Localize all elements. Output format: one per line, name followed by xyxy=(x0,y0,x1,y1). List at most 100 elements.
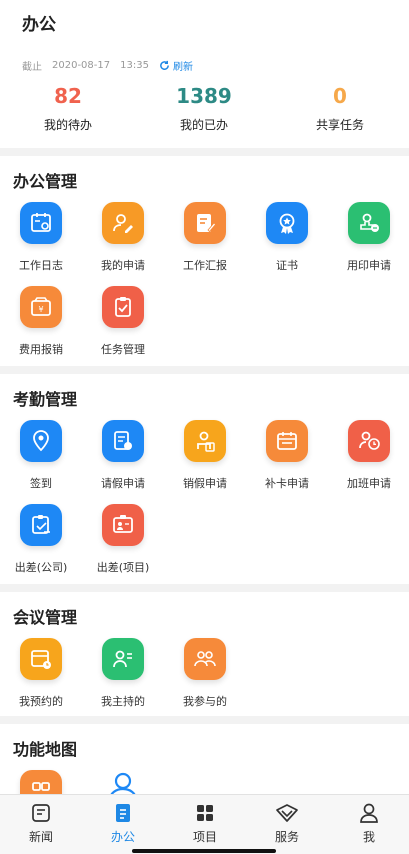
person-outline-icon xyxy=(110,772,136,794)
stamp-icon xyxy=(348,202,390,244)
group-icon xyxy=(184,638,226,680)
stat-shared[interactable]: 0 共享任务 xyxy=(272,84,408,133)
office-item-label: 用印申请 xyxy=(347,259,391,272)
bottom-tab-bar: 新闻 办公 项目 服务 我 xyxy=(0,794,409,854)
office-item-label: 工作日志 xyxy=(19,259,63,272)
update-date: 2020-08-17 xyxy=(52,60,111,71)
office-item-my-application[interactable]: 我的申请 xyxy=(82,202,164,273)
meeting-section: 会议管理 我预约的 我主持的 我参与的 xyxy=(0,592,409,716)
office-item-certificate[interactable]: 证书 xyxy=(246,202,328,273)
tab-me-label: 我 xyxy=(362,830,375,844)
tab-project-label: 项目 xyxy=(192,830,217,844)
user-edit-icon xyxy=(102,202,144,244)
attendance-item-label: 出差(项目) xyxy=(96,561,150,574)
tab-project[interactable]: 项目 xyxy=(164,801,246,845)
meeting-item-reserved[interactable]: 我预约的 xyxy=(0,638,82,709)
money-box-icon: ¥ xyxy=(20,286,62,328)
office-section: 办公管理 工作日志 我的申请 工作汇报 证书 用印申请 ¥ 费用报销 任务管理 xyxy=(0,156,409,366)
person-icon xyxy=(328,801,409,825)
certificate-icon xyxy=(266,202,308,244)
attendance-item-label: 请假申请 xyxy=(101,477,145,490)
overtime-clock-icon xyxy=(348,420,390,462)
tab-service-label: 服务 xyxy=(274,830,299,844)
attendance-section: 考勤管理 签到 请假申请 销假申请 补卡申请 加班申请 出差(公司) 出差(项目… xyxy=(0,374,409,584)
attendance-item-label: 销假申请 xyxy=(183,477,227,490)
update-time: 13:35 xyxy=(120,60,149,71)
calendar-gear-icon xyxy=(20,202,62,244)
document-edit-icon xyxy=(184,202,226,244)
tab-news-label: 新闻 xyxy=(28,830,53,844)
attendance-item-cancel-leave[interactable]: 销假申请 xyxy=(164,420,246,491)
meeting-item-joined[interactable]: 我参与的 xyxy=(164,638,246,709)
office-item-label: 费用报销 xyxy=(19,343,63,356)
home-indicator xyxy=(132,849,276,853)
grid-icon xyxy=(164,801,246,825)
office-item-task-management[interactable]: 任务管理 xyxy=(82,286,164,357)
attendance-item-label: 签到 xyxy=(30,477,52,490)
office-section-title: 办公管理 xyxy=(13,172,78,191)
project-trip-icon xyxy=(102,504,144,546)
refresh-button[interactable]: 刷新 xyxy=(159,58,193,73)
host-icon xyxy=(102,638,144,680)
meeting-item-hosted[interactable]: 我主持的 xyxy=(82,638,164,709)
attendance-item-leave[interactable]: 请假申请 xyxy=(82,420,164,491)
office-item-seal-application[interactable]: 用印申请 xyxy=(328,202,409,273)
card-fix-icon xyxy=(266,420,308,462)
stat-todo-label: 我的待办 xyxy=(43,118,92,132)
stat-done-value: 1389 xyxy=(176,84,232,108)
stat-shared-value: 0 xyxy=(333,84,347,108)
apps-grid-icon xyxy=(20,770,62,794)
meeting-item-label: 我主持的 xyxy=(101,695,145,708)
attendance-item-label: 加班申请 xyxy=(347,477,391,490)
meeting-section-title: 会议管理 xyxy=(13,608,78,627)
top-header: 办公 xyxy=(0,0,409,44)
office-item-label: 证书 xyxy=(276,259,298,272)
tab-me[interactable]: 我 xyxy=(328,801,409,845)
news-icon xyxy=(0,801,82,825)
function-map-item-1[interactable] xyxy=(0,770,82,794)
refresh-label: 刷新 xyxy=(172,62,193,73)
calendar-clock-icon xyxy=(20,638,62,680)
meeting-item-label: 我预约的 xyxy=(19,695,63,708)
summary-card: 截止 2020-08-17 13:35 刷新 82 我的待办 1389 我的已办… xyxy=(0,44,409,148)
service-icon xyxy=(246,801,328,825)
function-map-item-2[interactable] xyxy=(82,770,164,794)
update-meta: 截止 2020-08-17 13:35 刷新 xyxy=(22,58,193,73)
attendance-item-trip-company[interactable]: 出差(公司) xyxy=(0,504,82,575)
office-item-label: 任务管理 xyxy=(101,343,145,356)
meeting-item-label: 我参与的 xyxy=(183,695,227,708)
office-icon xyxy=(82,801,164,825)
refresh-icon xyxy=(160,60,169,70)
stat-done-label: 我的已办 xyxy=(179,118,228,132)
svg-text:¥: ¥ xyxy=(38,305,43,314)
office-item-work-log[interactable]: 工作日志 xyxy=(0,202,82,273)
briefcase-icon xyxy=(20,504,62,546)
leave-form-icon xyxy=(102,420,144,462)
office-item-work-report[interactable]: 工作汇报 xyxy=(164,202,246,273)
office-item-expense[interactable]: ¥ 费用报销 xyxy=(0,286,82,357)
office-item-label: 工作汇报 xyxy=(183,259,227,272)
attendance-item-label: 补卡申请 xyxy=(265,477,309,490)
stat-todo-value: 82 xyxy=(54,84,82,108)
office-item-label: 我的申请 xyxy=(101,259,145,272)
attendance-item-sign-in[interactable]: 签到 xyxy=(0,420,82,491)
function-map-section: 功能地图 xyxy=(0,724,409,794)
clipboard-check-icon xyxy=(102,286,144,328)
stat-todo[interactable]: 82 我的待办 xyxy=(0,84,136,133)
page-title: 办公 xyxy=(22,15,56,35)
attendance-item-card-fix[interactable]: 补卡申请 xyxy=(246,420,328,491)
attendance-item-label: 出差(公司) xyxy=(14,561,68,574)
cancel-leave-icon xyxy=(184,420,226,462)
attendance-section-title: 考勤管理 xyxy=(13,390,78,409)
function-map-title: 功能地图 xyxy=(13,740,78,759)
tab-service[interactable]: 服务 xyxy=(246,801,328,845)
deadline-label: 截止 xyxy=(22,62,42,73)
attendance-item-trip-project[interactable]: 出差(项目) xyxy=(82,504,164,575)
location-pin-icon xyxy=(20,420,62,462)
tab-office[interactable]: 办公 xyxy=(82,801,164,845)
stat-done[interactable]: 1389 我的已办 xyxy=(136,84,272,133)
attendance-item-overtime[interactable]: 加班申请 xyxy=(328,420,409,491)
tab-news[interactable]: 新闻 xyxy=(0,801,82,845)
stat-shared-label: 共享任务 xyxy=(315,118,364,132)
tab-office-label: 办公 xyxy=(110,830,135,844)
